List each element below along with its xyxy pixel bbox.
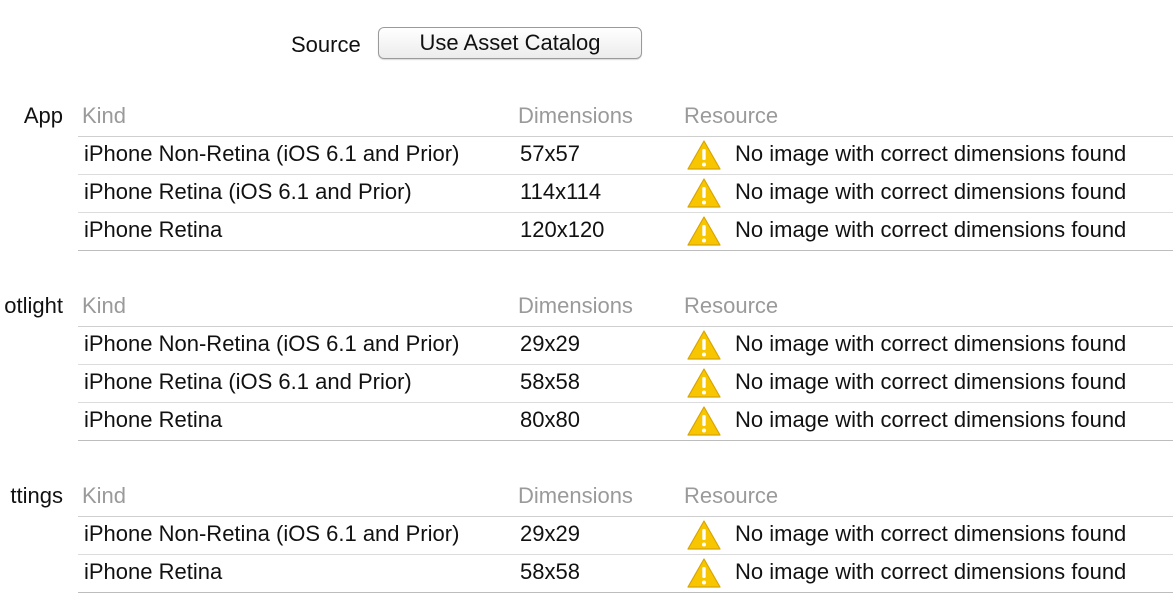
table-row[interactable]: iPhone Non-Retina (iOS 6.1 and Prior) 29… <box>78 517 1173 555</box>
kind-cell: iPhone Non-Retina (iOS 6.1 and Prior) <box>84 521 460 546</box>
table-row[interactable]: iPhone Retina (iOS 6.1 and Prior) 114x11… <box>78 175 1173 213</box>
warning-icon <box>687 140 721 170</box>
section-label: ttings <box>10 483 63 508</box>
section-label: otlight <box>4 293 63 318</box>
dimensions-cell: 120x120 <box>520 217 605 242</box>
table-header: Kind Dimensions Resource <box>78 481 1173 517</box>
resource-cell: No image with correct dimensions found <box>735 521 1127 546</box>
dimensions-cell: 29x29 <box>520 521 580 546</box>
resource-cell: No image with correct dimensions found <box>735 141 1127 166</box>
dimensions-cell: 80x80 <box>520 407 580 432</box>
warning-icon <box>687 558 721 588</box>
table-row[interactable]: iPhone Non-Retina (iOS 6.1 and Prior) 57… <box>78 137 1173 175</box>
kind-cell: iPhone Non-Retina (iOS 6.1 and Prior) <box>84 331 460 356</box>
dimensions-cell: 57x57 <box>520 141 580 166</box>
dimensions-column-header[interactable]: Dimensions <box>518 101 633 131</box>
dimensions-cell: 114x114 <box>520 179 602 204</box>
kind-column-header[interactable]: Kind <box>82 291 126 321</box>
table-row[interactable]: iPhone Non-Retina (iOS 6.1 and Prior) 29… <box>78 327 1173 365</box>
warning-icon <box>687 406 721 436</box>
dimensions-cell: 58x58 <box>520 369 580 394</box>
resource-cell: No image with correct dimensions found <box>735 179 1127 204</box>
resource-cell: No image with correct dimensions found <box>735 559 1127 584</box>
table-row[interactable]: iPhone Retina 80x80 No image with correc… <box>78 403 1173 441</box>
resource-cell: No image with correct dimensions found <box>735 217 1127 242</box>
resource-cell: No image with correct dimensions found <box>735 369 1127 394</box>
resource-column-header[interactable]: Resource <box>684 291 778 321</box>
resource-column-header[interactable]: Resource <box>684 101 778 131</box>
table-row[interactable]: iPhone Retina 58x58 No image with correc… <box>78 555 1173 593</box>
warning-icon <box>687 368 721 398</box>
dimensions-column-header[interactable]: Dimensions <box>518 291 633 321</box>
resource-column-header[interactable]: Resource <box>684 481 778 511</box>
source-label: Source <box>291 32 361 57</box>
table-header: Kind Dimensions Resource <box>78 101 1173 137</box>
warning-icon <box>687 520 721 550</box>
kind-column-header[interactable]: Kind <box>82 101 126 131</box>
warning-icon <box>687 330 721 360</box>
kind-cell: iPhone Retina <box>84 217 223 242</box>
use-asset-catalog-button[interactable]: Use Asset Catalog <box>378 27 642 59</box>
app-icons-panel: Source Use Asset Catalog App Kind Dimens… <box>0 0 1173 616</box>
kind-cell: iPhone Retina <box>84 559 223 584</box>
kind-cell: iPhone Non-Retina (iOS 6.1 and Prior) <box>84 141 460 166</box>
dimensions-cell: 58x58 <box>520 559 580 584</box>
section-label: App <box>23 103 63 128</box>
warning-icon <box>687 216 721 246</box>
warning-icon <box>687 178 721 208</box>
kind-column-header[interactable]: Kind <box>82 481 126 511</box>
resource-cell: No image with correct dimensions found <box>735 407 1127 432</box>
kind-cell: iPhone Retina (iOS 6.1 and Prior) <box>84 179 412 204</box>
dimensions-cell: 29x29 <box>520 331 580 356</box>
table-row[interactable]: iPhone Retina (iOS 6.1 and Prior) 58x58 … <box>78 365 1173 403</box>
table-header: Kind Dimensions Resource <box>78 291 1173 327</box>
dimensions-column-header[interactable]: Dimensions <box>518 481 633 511</box>
kind-cell: iPhone Retina (iOS 6.1 and Prior) <box>84 369 412 394</box>
resource-cell: No image with correct dimensions found <box>735 331 1127 356</box>
kind-cell: iPhone Retina <box>84 407 223 432</box>
table-row[interactable]: iPhone Retina 120x120 No image with corr… <box>78 213 1173 251</box>
